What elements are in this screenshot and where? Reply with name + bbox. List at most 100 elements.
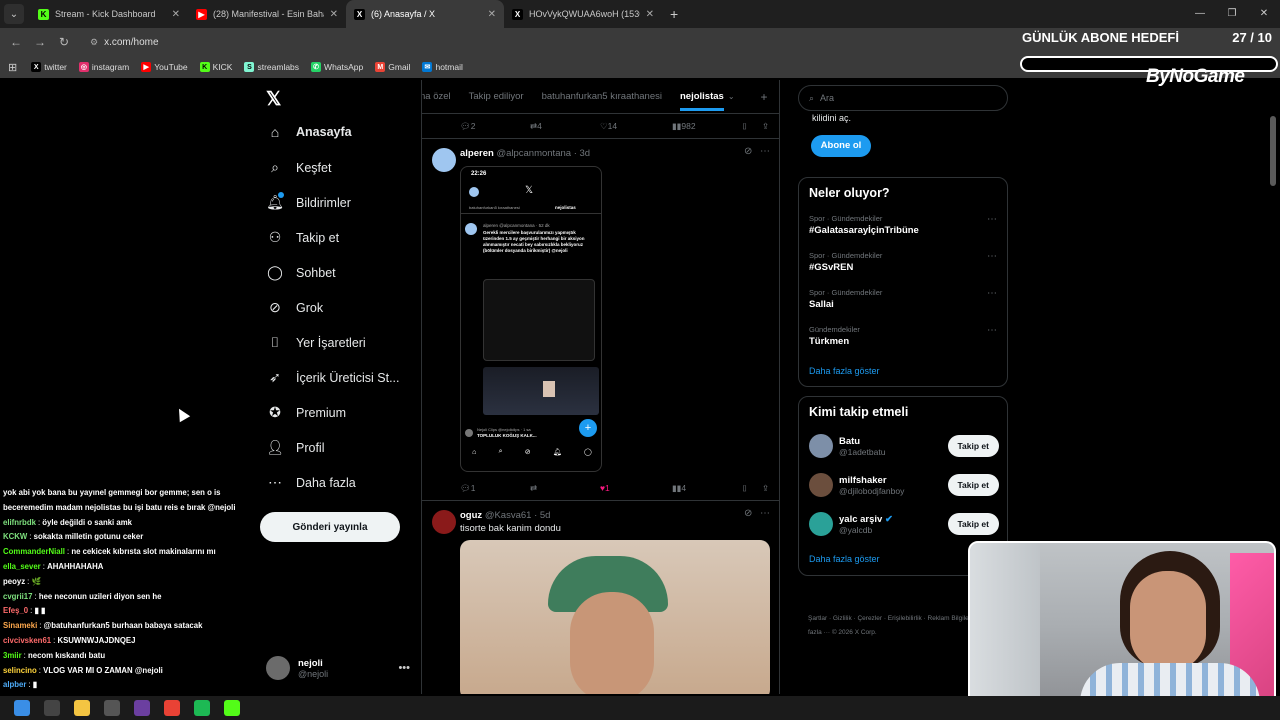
show-more-link[interactable]: Daha fazla göster	[809, 554, 880, 564]
bookmark-streamlabs[interactable]: Sstreamlabs	[244, 62, 299, 72]
more-icon[interactable]: ⋯	[760, 508, 770, 519]
tweet-screenshot[interactable]: 22:26 𝕏 batuhanfurkan5 kıraathanesi nejo…	[460, 166, 602, 472]
tweet-time[interactable]: · 3d	[574, 148, 590, 159]
trend-item[interactable]: Spor · Gündemdekiler #GalatasarayİçinTrib…	[809, 214, 999, 236]
chevron-down-icon[interactable]: ⌄	[728, 92, 735, 101]
browser-tab-kick[interactable]: K Stream - Kick Dashboard ✕	[30, 0, 188, 28]
share-icon[interactable]: ⇪	[762, 121, 769, 132]
tab-ozel[interactable]: na özel	[422, 91, 451, 102]
close-icon[interactable]: ✕	[646, 9, 654, 20]
close-icon[interactable]: ✕	[330, 9, 338, 20]
nav-bookmarks[interactable]: ⌷ Yer İşaretleri	[266, 334, 366, 351]
scrollbar[interactable]	[1270, 116, 1276, 186]
kick-icon[interactable]	[224, 700, 240, 716]
nav-more[interactable]: ⋯ Daha fazla	[266, 474, 356, 491]
author-name[interactable]: oguz	[460, 510, 482, 521]
search-icon[interactable]	[44, 700, 60, 716]
like-button[interactable]: ♥ 1	[600, 483, 610, 493]
avatar[interactable]	[432, 148, 456, 172]
tab-kiraathane[interactable]: batuhanfurkan5 kıraathanesi	[542, 91, 662, 102]
repost-button[interactable]: ⇄	[530, 483, 537, 494]
site-info-icon[interactable]: ⚙	[90, 37, 98, 48]
windows-icon[interactable]	[14, 700, 30, 716]
bookmark-hotmail[interactable]: ✉ hotmail	[422, 62, 463, 72]
app-icon[interactable]	[104, 700, 120, 716]
new-tab-button[interactable]: +	[670, 6, 678, 22]
maximize-icon[interactable]: ❐	[1216, 0, 1248, 28]
subscribe-button[interactable]: Abone ol	[811, 135, 871, 157]
tab-nejolistas[interactable]: nejolistas	[679, 91, 724, 111]
share-icon[interactable]: ⇪	[762, 483, 769, 494]
views-button[interactable]: ▮▮ 982	[672, 121, 696, 132]
avatar[interactable]	[432, 510, 456, 534]
follow-button[interactable]: Takip et	[947, 435, 999, 457]
more-icon[interactable]: ⋯	[987, 288, 997, 299]
back-icon[interactable]: ←	[4, 35, 28, 49]
file-explorer-icon[interactable]	[74, 700, 90, 716]
browser-tab-x[interactable]: X (6) Anasayfa / X ✕	[346, 0, 504, 28]
tweet-time[interactable]: · 5d	[534, 510, 550, 521]
search-input[interactable]: ⌕ Ara	[798, 85, 1008, 111]
trend-item[interactable]: Gündemdekiler Türkmen ⋯	[809, 325, 999, 347]
account-switcher[interactable]: nejoli @nejoli •••	[266, 654, 410, 682]
bookmark-instagram[interactable]: ◎ instagram	[78, 62, 129, 72]
close-icon[interactable]: ✕	[488, 9, 496, 20]
reply-button[interactable]: 💬︎ 1	[460, 483, 476, 494]
app-icon[interactable]	[134, 700, 150, 716]
nav-premium[interactable]: ✪ Premium	[266, 404, 346, 421]
bookmark-kick[interactable]: K KICK	[199, 62, 232, 72]
more-icon[interactable]: ⋯	[987, 325, 997, 336]
bookmark-icon[interactable]: ⌷	[742, 483, 747, 494]
reload-icon[interactable]: ↻	[52, 35, 76, 49]
post-button[interactable]: Gönderi yayınla	[260, 512, 400, 542]
address-bar[interactable]: ⚙ x.com/home	[84, 31, 984, 53]
nav-follow[interactable]: ⚇ Takip et	[266, 229, 339, 246]
tab-following[interactable]: Takip ediliyor	[469, 91, 524, 102]
follow-button[interactable]: Takip et	[947, 474, 999, 496]
nav-home[interactable]: ⌂ Anasayfa	[266, 124, 352, 140]
suggested-account[interactable]: milfshaker @djilobodjfanboy Takip et	[809, 470, 999, 500]
nav-grok[interactable]: ⊘ Grok	[266, 299, 323, 316]
trend-item[interactable]: Spor · Gündemdekiler #GSvREN ⋯	[809, 251, 999, 273]
add-tab-button[interactable]: +	[761, 90, 768, 104]
trend-item[interactable]: Spor · Gündemdekiler Sallai ⋯	[809, 288, 999, 310]
more-icon[interactable]: •••	[398, 662, 410, 674]
forward-icon[interactable]: →	[28, 35, 52, 49]
grok-icon[interactable]: ⊘	[744, 146, 752, 157]
author-handle[interactable]: @Kasva61	[485, 510, 532, 521]
author-name[interactable]: alperen	[460, 148, 494, 159]
grok-icon[interactable]: ⊘	[744, 508, 752, 519]
like-button[interactable]: ♡ 14	[600, 121, 617, 132]
tab-search-icon[interactable]: ⌄	[4, 4, 24, 24]
reply-button[interactable]: 💬︎ 2	[460, 121, 476, 132]
bookmark-youtube[interactable]: ▶ YouTube	[141, 62, 188, 72]
apps-icon[interactable]: ⊞	[8, 61, 17, 74]
views-button[interactable]: ▮▮ 4	[672, 483, 686, 494]
nav-notifications[interactable]: 🔔︎ Bildirimler	[266, 192, 351, 211]
more-icon[interactable]: ⋯	[987, 251, 997, 262]
nav-chat[interactable]: ◯ Sohbet	[266, 264, 335, 281]
nav-explore[interactable]: ⌕ Keşfet	[266, 159, 331, 176]
bookmark-twitter[interactable]: Xtwitter	[31, 62, 67, 72]
follow-button[interactable]: Takip et	[947, 513, 999, 535]
show-more-link[interactable]: Daha fazla göster	[809, 366, 880, 376]
nav-profile[interactable]: 👤︎ Profil	[266, 439, 324, 456]
author-handle[interactable]: @alpcanmontana	[496, 148, 571, 159]
bookmark-gmail[interactable]: M Gmail	[375, 62, 410, 72]
suggested-account[interactable]: yalc arşiv ✔ @yalcdb Takip et	[809, 509, 999, 539]
more-icon[interactable]: ⋯	[987, 214, 997, 225]
browser-tab-image[interactable]: X HOvVykQWUAA6woH (1536×2 ✕	[504, 0, 662, 28]
browser-tab-youtube[interactable]: ▶ (28) Manifestival - Esin Bahat lı ✕	[188, 0, 346, 28]
more-icon[interactable]: ⋯	[760, 146, 770, 157]
bookmark-icon[interactable]: ⌷	[742, 121, 747, 132]
repost-button[interactable]: ⇄ 4	[530, 121, 542, 132]
x-logo-icon[interactable]: 𝕏	[266, 88, 281, 111]
suggested-account[interactable]: Batu @1adetbatu Takip et	[809, 431, 999, 461]
spotify-icon[interactable]	[194, 700, 210, 716]
tweet-image[interactable]	[460, 540, 770, 694]
close-window-icon[interactable]: ✕	[1248, 0, 1280, 28]
close-icon[interactable]: ✕	[172, 9, 180, 20]
bookmark-whatsapp[interactable]: ✆ WhatsApp	[311, 62, 363, 72]
nav-creator-studio[interactable]: ➶ İçerik Üreticisi St...	[266, 369, 399, 386]
minimize-icon[interactable]: —	[1184, 0, 1216, 28]
